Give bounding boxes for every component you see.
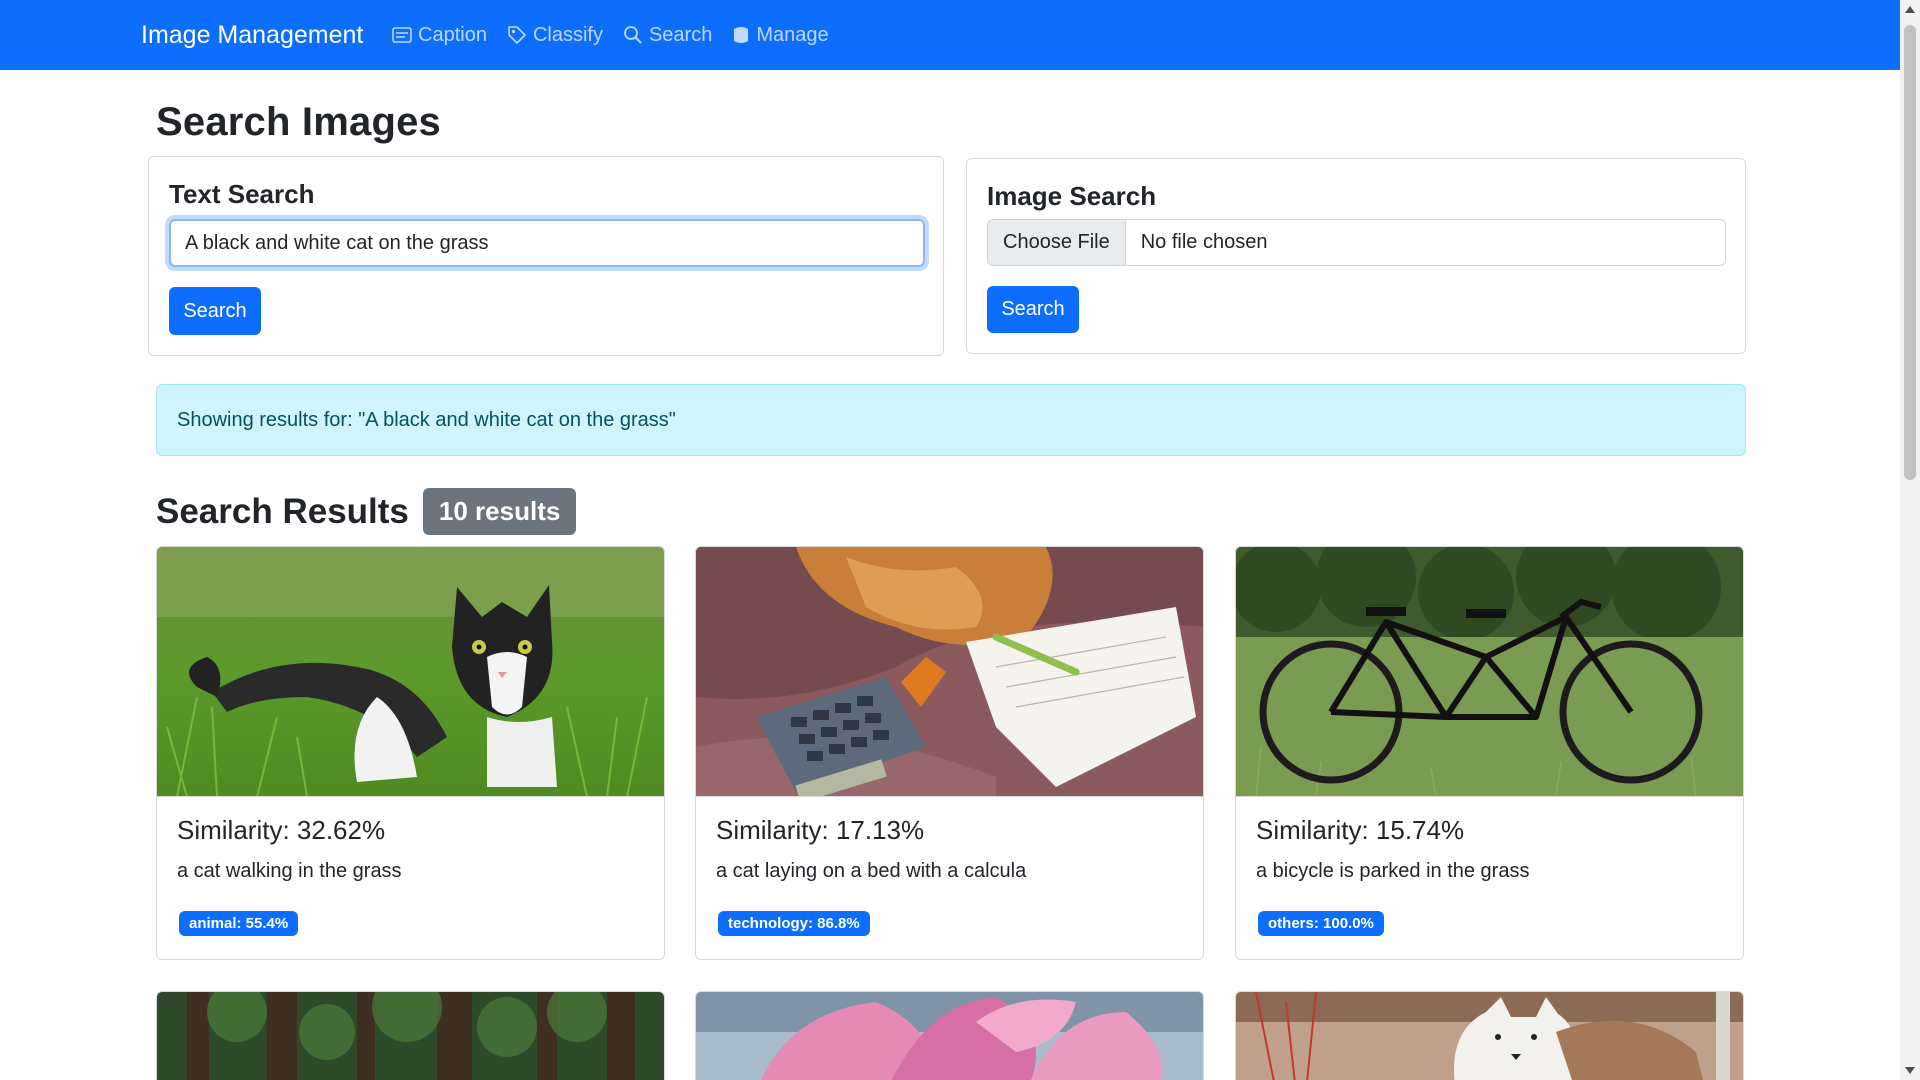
result-image[interactable] xyxy=(1236,547,1743,797)
page-scrollbar[interactable] xyxy=(1900,0,1920,1080)
navbar: Image Management Caption Classify Search xyxy=(0,0,1900,70)
nav-link-caption[interactable]: Caption xyxy=(392,24,487,47)
text-search-input[interactable] xyxy=(169,219,925,267)
image-search-title: Image Search xyxy=(987,181,1157,211)
caption-icon xyxy=(392,27,412,43)
result-image[interactable] xyxy=(1236,992,1743,1080)
similarity-score: Similarity: 32.62% xyxy=(177,815,386,845)
results-alert: Showing results for: "A black and white … xyxy=(156,384,1746,456)
tag-icon xyxy=(508,26,526,44)
database-icon xyxy=(734,27,749,43)
scroll-down-arrow[interactable] xyxy=(1905,1067,1915,1074)
result-image[interactable] xyxy=(696,992,1203,1080)
category-badge: others: 100.0% xyxy=(1258,911,1384,936)
result-caption: a cat walking in the grass xyxy=(177,860,402,882)
result-image[interactable] xyxy=(696,547,1203,797)
result-card[interactable] xyxy=(695,991,1204,1080)
result-image[interactable] xyxy=(157,547,664,797)
results-count-badge: 10 results xyxy=(422,488,577,535)
nav-link-classify[interactable]: Classify xyxy=(507,24,603,47)
nav-link-search-label: Search xyxy=(648,23,713,46)
file-status: No file chosen xyxy=(1140,231,1268,253)
result-caption: a cat laying on a bed with a calcula xyxy=(716,860,1027,882)
page-title: Search Images xyxy=(156,100,441,144)
nav-link-caption-label: Caption xyxy=(418,23,487,46)
result-card[interactable] xyxy=(156,991,665,1080)
scroll-up-arrow[interactable] xyxy=(1905,6,1915,13)
nav-link-search[interactable]: Search xyxy=(623,24,712,47)
result-card[interactable]: Similarity: 15.74% a bicycle is parked i… xyxy=(1235,546,1744,960)
results-heading: Search Results 10 results xyxy=(156,488,577,535)
nav-link-manage[interactable]: Manage xyxy=(732,23,829,47)
nav-link-manage-label: Manage xyxy=(756,23,829,46)
text-search-button[interactable]: Search xyxy=(169,287,261,335)
category-badge: technology: 86.8% xyxy=(718,911,870,936)
text-search-card: Text Search Search xyxy=(148,156,944,356)
text-search-title: Text Search xyxy=(169,179,315,209)
image-search-button[interactable]: Search xyxy=(987,286,1079,333)
scroll-thumb[interactable] xyxy=(1904,25,1916,480)
similarity-score: Similarity: 17.13% xyxy=(716,815,925,845)
similarity-score: Similarity: 15.74% xyxy=(1256,815,1465,845)
search-icon xyxy=(624,26,642,44)
result-card[interactable]: Similarity: 32.62% a cat walking in the … xyxy=(156,546,665,960)
result-card[interactable]: Similarity: 17.13% a cat laying on a bed… xyxy=(695,546,1204,960)
result-caption: a bicycle is parked in the grass xyxy=(1256,860,1530,882)
category-badge: animal: 55.4% xyxy=(179,911,299,936)
result-image[interactable] xyxy=(157,992,664,1080)
nav-link-classify-label: Classify xyxy=(532,23,603,46)
choose-file-button[interactable]: Choose File xyxy=(988,220,1126,265)
nav-links: Caption Classify Search Manage xyxy=(392,0,849,70)
result-card[interactable] xyxy=(1235,991,1744,1080)
navbar-brand[interactable]: Image Management xyxy=(141,0,363,70)
results-title: Search Results xyxy=(156,491,409,531)
file-input[interactable]: Choose File No file chosen xyxy=(987,219,1726,266)
image-search-card: Image Search Choose File No file chosen … xyxy=(966,158,1746,354)
